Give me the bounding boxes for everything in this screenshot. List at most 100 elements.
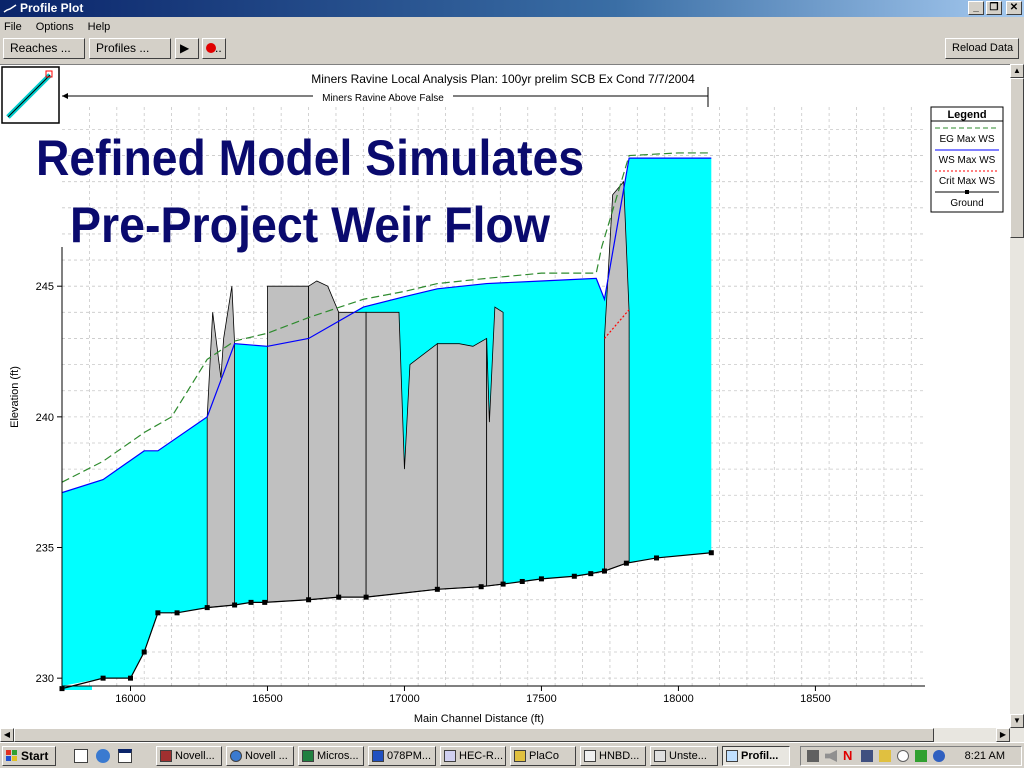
scroll-up-arrow-icon[interactable]: ▲: [1010, 64, 1024, 78]
internet-explorer-icon[interactable]: [96, 749, 110, 763]
horizontal-scroll-thumb[interactable]: [14, 728, 934, 742]
legend-ws-label: WS Max WS: [939, 155, 996, 166]
y-axis-label: Elevation (ft): [9, 366, 21, 428]
legend-crit-label: Crit Max WS: [939, 176, 995, 187]
tray-app-icon[interactable]: [861, 750, 873, 762]
title-bar[interactable]: Profile Plot _ ❐ ✕: [0, 0, 1024, 17]
ground-point: [571, 573, 577, 579]
app-window: Profile Plot _ ❐ ✕ File Options Help Rea…: [0, 0, 1024, 768]
ground-point: [306, 597, 312, 603]
globe-icon[interactable]: [933, 750, 945, 762]
structure-7: [604, 180, 630, 572]
structure-2: [308, 280, 340, 601]
document-icon: [584, 750, 596, 762]
ground-point: [519, 578, 525, 584]
task-novell-2[interactable]: Novell ...: [226, 746, 294, 766]
record-more: ..: [215, 41, 222, 55]
start-button[interactable]: Start: [2, 746, 56, 766]
vertical-scroll-thumb[interactable]: [1010, 78, 1024, 238]
legend-eg-label: EG Max WS: [939, 134, 994, 145]
taskbar: Start Novell... Novell ... Micros... 078…: [0, 742, 1024, 768]
task-microsoft-excel[interactable]: Micros...: [298, 746, 364, 766]
ground-point: [708, 550, 714, 556]
structure-3: [338, 311, 367, 598]
maximize-button[interactable]: ❐: [986, 1, 1002, 15]
minimize-button[interactable]: _: [968, 1, 984, 15]
unsteady-flow-icon: [654, 750, 666, 762]
task-hnbd[interactable]: HNBD...: [580, 746, 646, 766]
tray-clock-icon[interactable]: [897, 750, 909, 762]
tray-folder-icon[interactable]: [879, 750, 891, 762]
vertical-scrollbar[interactable]: ▲ ▼: [1010, 64, 1024, 728]
ground-point: [100, 675, 106, 681]
structure-0: [206, 286, 236, 609]
network-icon[interactable]: [807, 750, 819, 762]
overlay-title-line2: Pre-Project Weir Flow: [70, 197, 550, 253]
profile-plot-icon: [726, 750, 738, 762]
task-unsteady[interactable]: Unste...: [650, 746, 718, 766]
menu-help[interactable]: Help: [88, 21, 111, 33]
window-title: Profile Plot: [20, 1, 84, 15]
ground-point: [601, 568, 607, 574]
x-tick-label-17000: 17000: [389, 693, 420, 705]
folder-search-icon: [514, 750, 526, 762]
scroll-left-arrow-icon[interactable]: ◀: [0, 728, 14, 742]
system-tray: N 8:21 AM: [800, 746, 1022, 766]
reaches-button[interactable]: Reaches ...: [3, 38, 85, 59]
y-tick-label-240: 240: [36, 412, 54, 424]
plot-header: Miners Ravine Local Analysis Plan: 100yr…: [311, 72, 695, 86]
task-novell-1[interactable]: Novell...: [156, 746, 222, 766]
browser-icon: [230, 750, 242, 762]
profile-chart[interactable]: 16000 16500 17000 17500 18000 18500 230 235 240 2…: [0, 65, 1010, 729]
profiles-button[interactable]: Profiles ...: [89, 38, 171, 59]
record-button[interactable]: ..: [202, 38, 226, 59]
ground-point: [204, 605, 210, 611]
x-tick-label-18500: 18500: [800, 693, 831, 705]
x-tick-label-18000: 18000: [663, 693, 694, 705]
task-profile-plot[interactable]: Profil...: [722, 746, 790, 766]
horizontal-scrollbar[interactable]: ◀ ▶: [0, 728, 1024, 742]
menu-bar: File Options Help: [0, 17, 1024, 36]
menu-file[interactable]: File: [4, 21, 22, 33]
ground-point: [248, 599, 254, 605]
toolbar: Reaches ... Profiles ... ▶ .. Reload Dat…: [0, 36, 1024, 62]
scroll-down-arrow-icon[interactable]: ▼: [1010, 714, 1024, 728]
ground-point: [500, 581, 506, 587]
novell-icon: [160, 750, 172, 762]
x-tick-label-16000: 16000: [115, 693, 146, 705]
ground-point: [155, 610, 161, 616]
tray-security-icon[interactable]: [915, 750, 927, 762]
start-label: Start: [21, 749, 49, 763]
close-button[interactable]: ✕: [1006, 1, 1022, 15]
x-tick-label-16500: 16500: [252, 693, 283, 705]
profile-plot-area[interactable]: 16000 16500 17000 17500 18000 18500 230 235 240 2…: [0, 64, 1010, 728]
task-word-document[interactable]: 078PM...: [368, 746, 436, 766]
ground-point: [478, 584, 484, 590]
window-icon[interactable]: [118, 749, 132, 763]
task-placo[interactable]: PlaCo: [510, 746, 576, 766]
reach-label: Miners Ravine Above False: [322, 93, 444, 104]
scroll-right-arrow-icon[interactable]: ▶: [996, 728, 1010, 742]
novell-n-icon[interactable]: N: [843, 749, 855, 762]
legend: Legend EG Max WS WS Max WS Crit Max WS G…: [930, 106, 1004, 213]
clock: 8:21 AM: [964, 750, 1005, 762]
ground-point: [434, 586, 440, 592]
y-tick-label-230: 230: [36, 673, 54, 685]
show-desktop-icon[interactable]: [74, 749, 88, 763]
x-axis-label: Main Channel Distance (ft): [414, 713, 544, 725]
legend-ground-label: Ground: [950, 198, 983, 209]
reload-data-button[interactable]: Reload Data: [945, 38, 1019, 59]
speaker-icon[interactable]: [825, 750, 837, 762]
menu-options[interactable]: Options: [36, 21, 74, 33]
ground-point: [588, 571, 594, 577]
task-hec-ras[interactable]: HEC-R...: [440, 746, 506, 766]
ground-point: [232, 602, 238, 608]
animate-play-button[interactable]: ▶: [175, 38, 199, 59]
ground-point: [538, 576, 544, 582]
excel-icon: [302, 750, 314, 762]
reach-thumbnail[interactable]: [1, 66, 60, 124]
profile-plot-icon: [3, 4, 17, 13]
y-tick-label-245: 245: [36, 281, 54, 293]
y-tick-label-235: 235: [36, 543, 54, 555]
ground-point: [654, 555, 660, 561]
